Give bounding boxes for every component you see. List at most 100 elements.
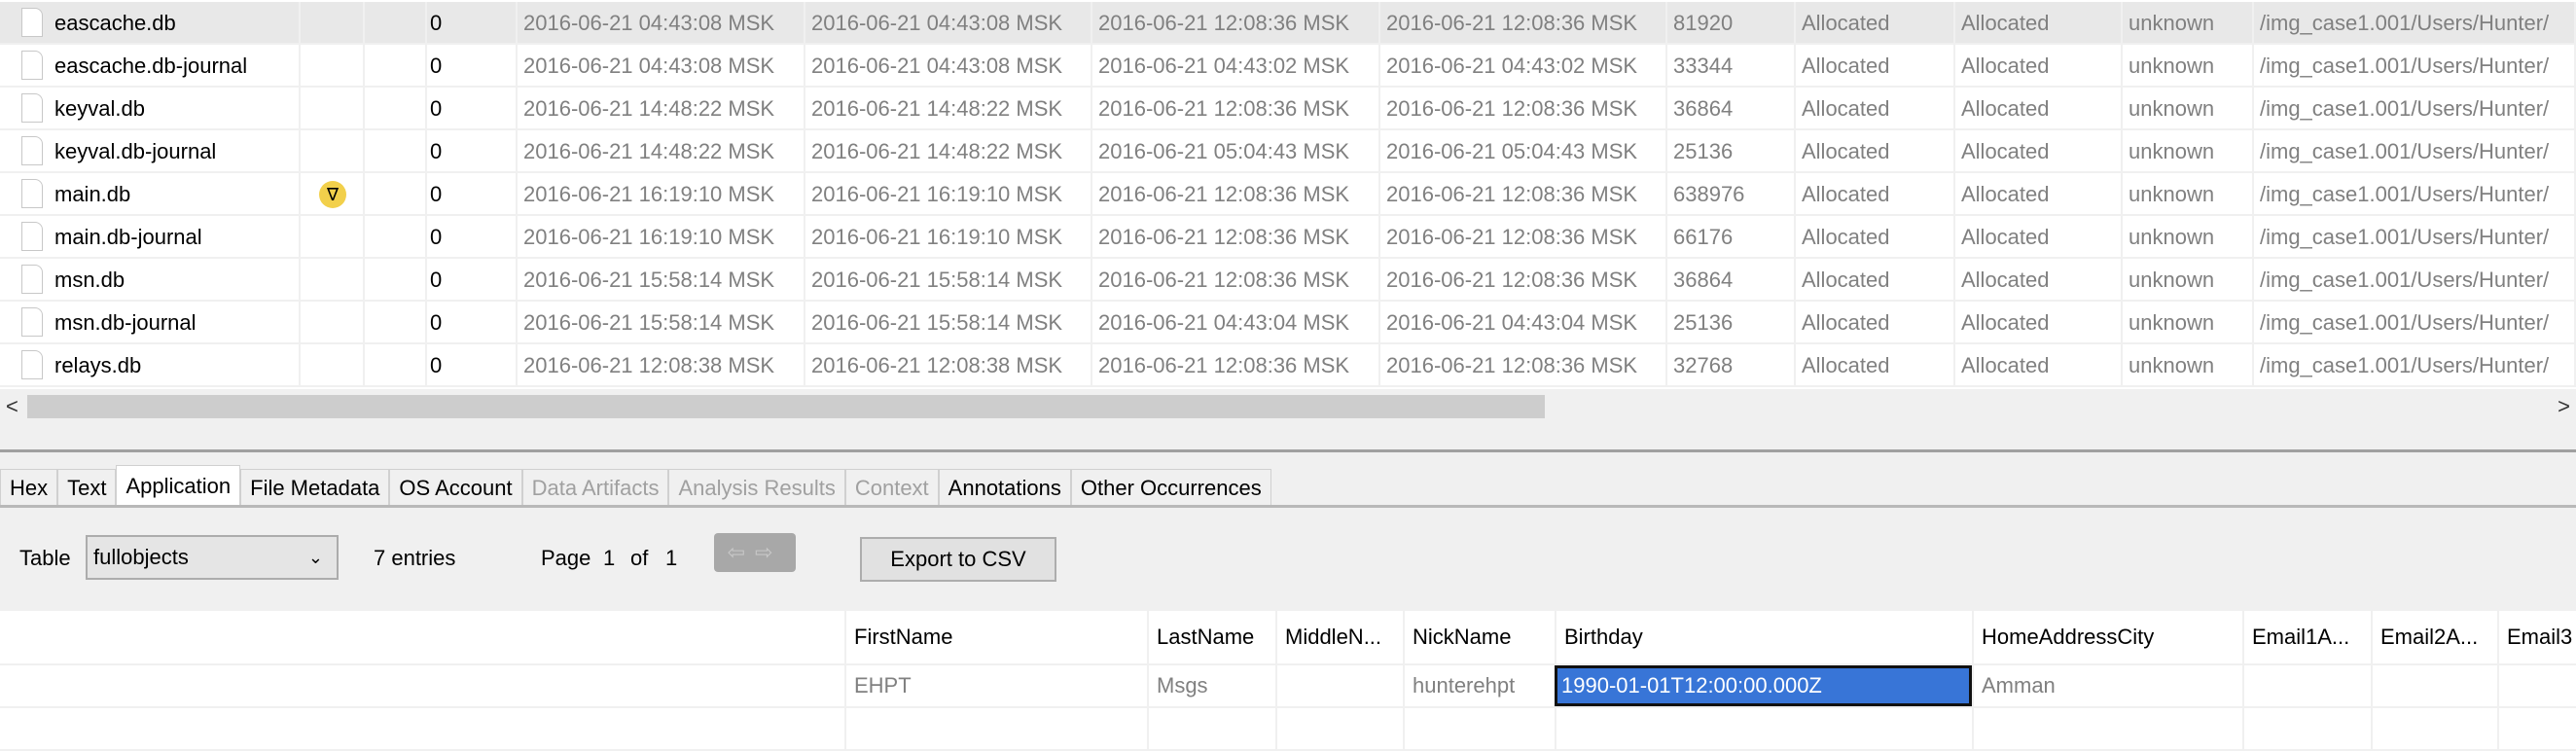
cell-t1: 2016-06-21 14:48:22 MSK xyxy=(518,130,805,173)
table-row[interactable]: keyval.db-journal 0 2016-06-21 14:48:22 MS… xyxy=(0,130,2576,173)
file-name: msn.db-journal xyxy=(54,310,197,335)
column-header[interactable]: NickName xyxy=(1403,611,1555,663)
cell-t3: 2016-06-21 05:04:43 MSK xyxy=(1092,130,1380,173)
cell-t4: 2016-06-21 12:08:36 MSK xyxy=(1380,216,1667,259)
cell-known: unknown xyxy=(2123,130,2254,173)
table-cell[interactable]: hunterehpt xyxy=(1403,665,1555,706)
cell-extra xyxy=(365,130,427,173)
file-icon xyxy=(21,136,43,165)
horizontal-scrollbar[interactable]: < > xyxy=(0,391,2576,422)
cell-t1: 2016-06-21 15:58:14 MSK xyxy=(518,302,805,344)
table-cell[interactable] xyxy=(2497,708,2576,749)
cell-t2: 2016-06-21 16:19:10 MSK xyxy=(805,216,1092,259)
tab-other-occurrences[interactable]: Other Occurrences xyxy=(1070,469,1271,506)
tab-os-account[interactable]: OS Account xyxy=(389,469,522,506)
cell-t2: 2016-06-21 14:48:22 MSK xyxy=(805,130,1092,173)
table-row[interactable]: msn.db-journal 0 2016-06-21 15:58:14 MSK 20… xyxy=(0,302,2576,344)
cell-t4: 2016-06-21 04:43:04 MSK xyxy=(1380,302,1667,344)
file-name: main.db xyxy=(54,182,131,206)
cell-t4: 2016-06-21 12:08:36 MSK xyxy=(1380,173,1667,216)
sqlite-table: FirstName LastName MiddleN... NickName Birth… xyxy=(0,611,2576,751)
column-header[interactable]: Birthday xyxy=(1555,611,1972,663)
table-row[interactable]: msn.db 0 2016-06-21 15:58:14 MSK 2016-06-21… xyxy=(0,259,2576,302)
cell-s2: Allocated xyxy=(1955,45,2123,88)
file-name: eascache.db xyxy=(54,11,176,35)
export-csv-button[interactable]: Export to CSV xyxy=(860,537,1056,582)
table-cell[interactable] xyxy=(1275,708,1403,749)
cell-extra xyxy=(365,173,427,216)
cell-size: 36864 xyxy=(1667,88,1796,130)
cell-s1: Allocated xyxy=(1796,216,1955,259)
table-cell[interactable]: 1990-01-01T12:00:00.000Z xyxy=(1555,665,1972,706)
cell-t2: 2016-06-21 12:08:38 MSK xyxy=(805,344,1092,387)
table-cell[interactable] xyxy=(2497,665,2576,706)
cell-s1: Allocated xyxy=(1796,302,1955,344)
column-header[interactable]: MiddleN... xyxy=(1275,611,1403,663)
table-row[interactable]: EHPT Msgs hunterehpt 1990-01-01T12:00:00.00… xyxy=(0,665,2576,708)
cell-t3: 2016-06-21 04:43:02 MSK xyxy=(1092,45,1380,88)
scroll-right-icon[interactable]: > xyxy=(2558,391,2570,422)
column-header[interactable]: Email3 xyxy=(2497,611,2576,663)
table-row[interactable]: main.db ∇ 0 2016-06-21 16:19:10 MSK 2016-06-… xyxy=(0,173,2576,216)
table-row[interactable]: eascache.db-journal 0 2016-06-21 04:43:08 … xyxy=(0,45,2576,88)
table-row[interactable]: keyval.db 0 2016-06-21 14:48:22 MSK 2016-06… xyxy=(0,88,2576,130)
entries-count: 7 entries xyxy=(374,546,456,570)
file-icon xyxy=(21,179,43,208)
cell-flag xyxy=(301,216,365,259)
table-cell[interactable] xyxy=(1147,708,1275,749)
table-cell[interactable]: EHPT xyxy=(844,665,1147,706)
table-cell[interactable] xyxy=(2242,708,2371,749)
cell-s2: Allocated xyxy=(1955,216,2123,259)
column-header[interactable]: HomeAddressCity xyxy=(1972,611,2242,663)
cell-t1: 2016-06-21 16:19:10 MSK xyxy=(518,216,805,259)
table-select[interactable]: fullobjects ⌄ xyxy=(86,535,339,580)
cell-t3: 2016-06-21 12:08:36 MSK xyxy=(1092,88,1380,130)
table-cell[interactable] xyxy=(2371,665,2497,706)
table-cell[interactable]: Msgs xyxy=(1147,665,1275,706)
table-row[interactable]: relays.db 0 2016-06-21 12:08:38 MSK 2016-06… xyxy=(0,344,2576,387)
cell-t2: 2016-06-21 15:58:14 MSK xyxy=(805,259,1092,302)
scrollbar-thumb[interactable] xyxy=(27,395,1545,418)
cell-known: unknown xyxy=(2123,173,2254,216)
tab-file-metadata[interactable]: File Metadata xyxy=(240,469,390,506)
column-header[interactable]: Email2A... xyxy=(2371,611,2497,663)
of-label: of xyxy=(630,546,649,570)
file-name: keyval.db-journal xyxy=(54,139,217,163)
tab-application[interactable]: Application xyxy=(116,465,241,506)
table-cell[interactable]: Amman xyxy=(1972,665,2242,706)
column-header[interactable]: FirstName xyxy=(844,611,1147,663)
cell-size: 25136 xyxy=(1667,302,1796,344)
table-row[interactable] xyxy=(0,708,2576,751)
cell-s2: Allocated xyxy=(1955,2,2123,45)
cell-flag xyxy=(301,45,365,88)
cell-t2: 2016-06-21 15:58:14 MSK xyxy=(805,302,1092,344)
tab-annotations[interactable]: Annotations xyxy=(938,469,1071,506)
tab-hex[interactable]: Hex xyxy=(0,469,58,506)
splitter[interactable] xyxy=(0,449,2576,452)
table-cell[interactable] xyxy=(1555,708,1972,749)
tab-context: Context xyxy=(844,469,939,506)
cell-t4: 2016-06-21 12:08:36 MSK xyxy=(1380,344,1667,387)
cell-t1: 2016-06-21 04:43:08 MSK xyxy=(518,45,805,88)
cell-path: /img_case1.001/Users/Hunter/ xyxy=(2254,344,2576,387)
cell-name: eascache.db xyxy=(0,2,301,45)
cell-flag xyxy=(301,130,365,173)
column-header[interactable]: Email1A... xyxy=(2242,611,2371,663)
tab-analysis-results: Analysis Results xyxy=(668,469,845,506)
cell-s2: Allocated xyxy=(1955,259,2123,302)
table-row[interactable]: main.db-journal 0 2016-06-21 16:19:10 MSK 2… xyxy=(0,216,2576,259)
tab-text[interactable]: Text xyxy=(57,469,117,506)
table-row[interactable]: eascache.db 0 2016-06-21 04:43:08 MSK 2016-… xyxy=(0,2,2576,45)
cell-flag: ∇ xyxy=(301,173,365,216)
table-cell[interactable] xyxy=(2242,665,2371,706)
cell-count: 0 xyxy=(427,216,518,259)
column-header[interactable]: LastName xyxy=(1147,611,1275,663)
page-nav-buttons[interactable]: ⇦⇨ xyxy=(714,533,796,572)
table-cell[interactable] xyxy=(844,708,1147,749)
table-cell[interactable] xyxy=(1275,665,1403,706)
table-cell[interactable] xyxy=(1972,708,2242,749)
table-cell[interactable] xyxy=(1403,708,1555,749)
scroll-left-icon[interactable]: < xyxy=(6,391,18,422)
cell-s2: Allocated xyxy=(1955,302,2123,344)
table-cell[interactable] xyxy=(2371,708,2497,749)
